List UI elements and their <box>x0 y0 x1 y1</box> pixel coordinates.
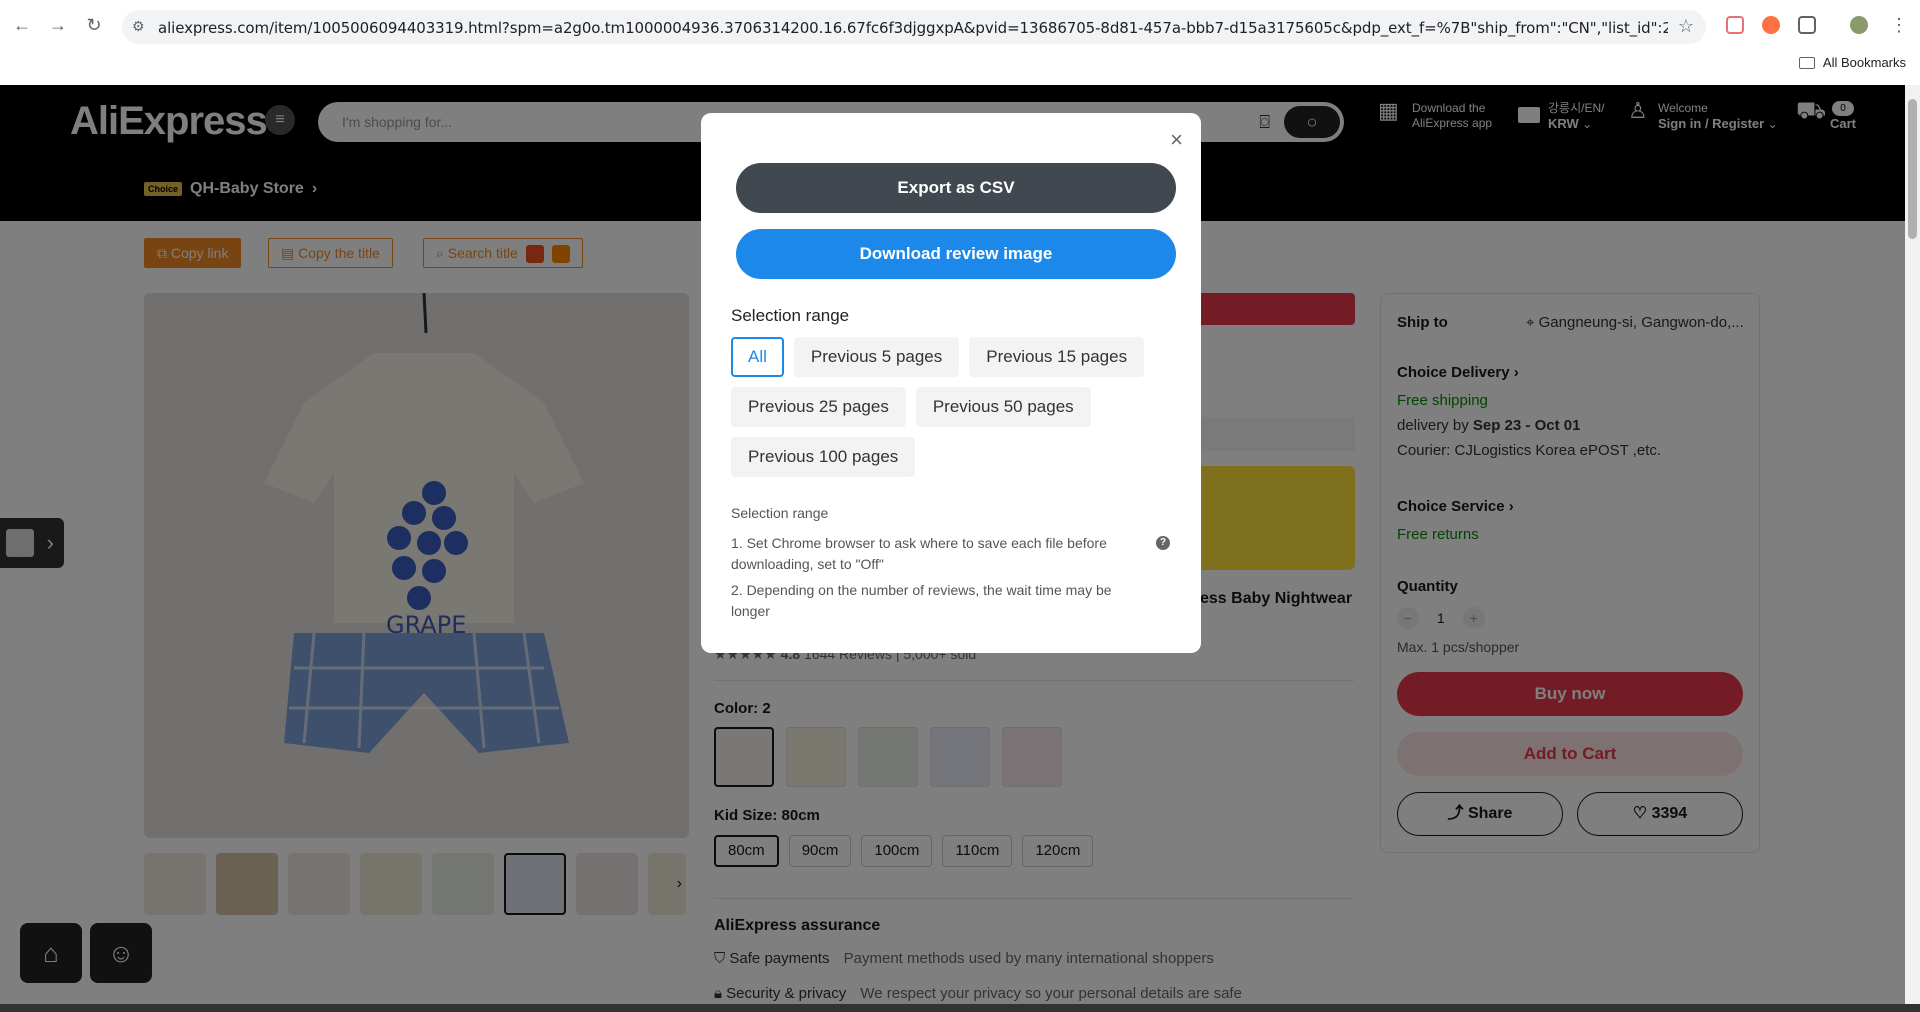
help-icon[interactable]: ? <box>1156 536 1170 550</box>
extension-icon[interactable] <box>1762 16 1780 34</box>
site-info-icon[interactable]: ⚙ <box>132 18 145 35</box>
range-option-50[interactable]: Previous 50 pages <box>915 387 1091 427</box>
info-line-2: 2. Depending on the number of reviews, t… <box>731 582 1112 619</box>
range-option-15[interactable]: Previous 15 pages <box>969 337 1145 377</box>
browser-toolbar: ← → ↻ ⚙ aliexpress.com/item/100500609440… <box>0 0 1920 52</box>
taskbar <box>0 1004 1920 1012</box>
info-line-1: 1. Set Chrome browser to ask where to sa… <box>731 535 1107 572</box>
range-option-all[interactable]: All <box>731 337 784 377</box>
address-bar[interactable]: ⚙ aliexpress.com/item/1005006094403319.h… <box>122 10 1706 44</box>
extensions-puzzle-icon[interactable] <box>1798 16 1816 34</box>
page-scrollbar[interactable] <box>1905 85 1920 1012</box>
scroll-thumb[interactable] <box>1908 99 1917 239</box>
reload-icon[interactable]: ↻ <box>83 14 105 36</box>
range-options: All Previous 5 pages Previous 15 pages P… <box>731 337 1171 477</box>
all-bookmarks[interactable]: All Bookmarks <box>1798 55 1906 70</box>
back-icon[interactable]: ← <box>11 14 33 36</box>
range-option-100[interactable]: Previous 100 pages <box>731 437 916 477</box>
folder-icon <box>1798 56 1815 69</box>
range-option-25[interactable]: Previous 25 pages <box>731 387 906 427</box>
download-review-image-button[interactable]: Download review image <box>736 229 1176 279</box>
all-bookmarks-label: All Bookmarks <box>1822 55 1906 70</box>
selection-range-title: Selection range <box>731 306 850 325</box>
close-icon[interactable]: × <box>1170 127 1183 153</box>
profile-avatar[interactable] <box>1850 16 1868 34</box>
export-reviews-modal: × Export as CSV Download review image Se… <box>701 113 1201 653</box>
extension-icon[interactable] <box>1726 16 1744 34</box>
forward-icon[interactable]: → <box>47 14 69 36</box>
export-csv-button[interactable]: Export as CSV <box>736 163 1176 213</box>
range-option-5[interactable]: Previous 5 pages <box>793 337 960 377</box>
url-text[interactable]: aliexpress.com/item/1005006094403319.htm… <box>158 19 1668 37</box>
bookmark-star-icon[interactable]: ☆ <box>1678 16 1694 37</box>
browser-menu-icon[interactable]: ⋮ <box>1888 14 1910 36</box>
info-title: Selection range <box>731 505 829 521</box>
